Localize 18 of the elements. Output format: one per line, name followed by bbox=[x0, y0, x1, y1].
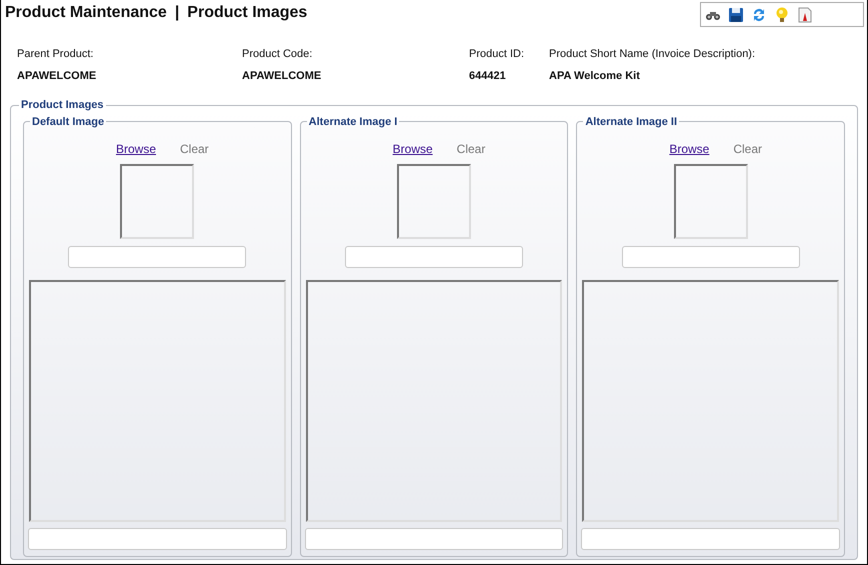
field-value: 644421 bbox=[469, 68, 507, 84]
field-value: APAWELCOME bbox=[17, 68, 98, 84]
field-value: APA Welcome Kit bbox=[549, 68, 641, 84]
panel-title: Alternate Image I bbox=[308, 114, 398, 130]
field-label: Product Short Name (Invoice Description): bbox=[549, 47, 756, 62]
page-subtitle: Product Images bbox=[187, 3, 308, 23]
panel-title: Default Image bbox=[31, 114, 106, 130]
title-separator: | bbox=[174, 3, 180, 23]
field-label: Product ID: bbox=[469, 47, 526, 62]
group-title: Product Images bbox=[20, 98, 105, 113]
browse-link[interactable]: Browse bbox=[392, 140, 433, 158]
browse-link[interactable]: Browse bbox=[669, 140, 710, 158]
field-label: Parent Product: bbox=[17, 47, 94, 62]
field-value: APAWELCOME bbox=[242, 68, 322, 84]
field-label: Product Code: bbox=[242, 47, 314, 62]
page-title: Product Maintenance bbox=[5, 3, 167, 23]
panel-title: Alternate Image II bbox=[584, 114, 678, 130]
browse-link[interactable]: Browse bbox=[116, 140, 156, 158]
